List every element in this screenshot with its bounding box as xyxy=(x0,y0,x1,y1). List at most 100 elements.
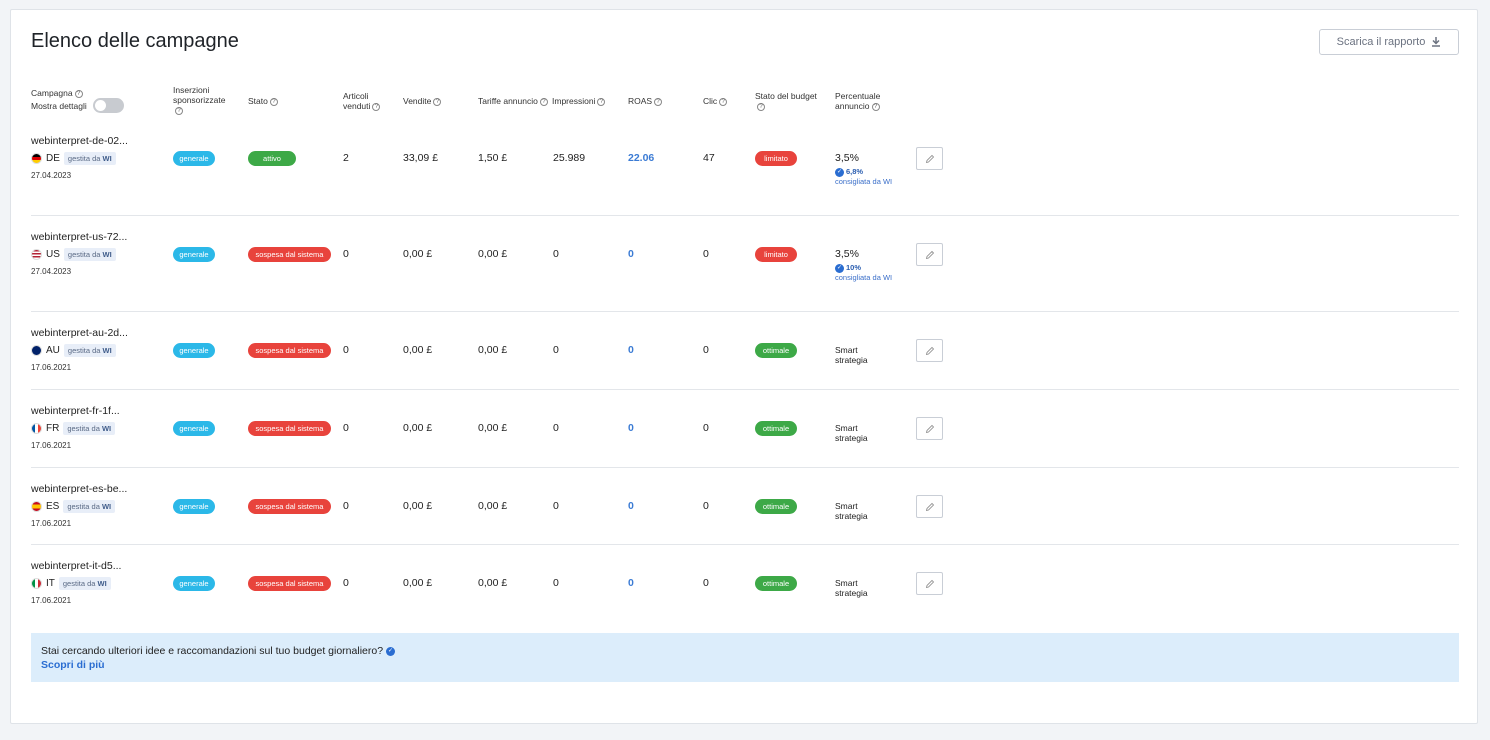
header-vendite: Vendite? xyxy=(403,96,442,106)
budget-badge: ottimale xyxy=(755,421,797,436)
edit-button[interactable] xyxy=(916,147,943,170)
inserzioni-badge: generale xyxy=(173,576,215,591)
clic-value: 47 xyxy=(703,152,715,164)
tariffe-value: 0,00 £ xyxy=(478,577,508,589)
clic-value: 0 xyxy=(703,500,709,512)
campaign-name[interactable]: webinterpret-es-be... xyxy=(31,483,127,495)
table-row[interactable]: webinterpret-au-2d... AU gestita da WI 1… xyxy=(31,312,1459,390)
flag-us-icon xyxy=(31,249,42,260)
help-icon[interactable]: ? xyxy=(433,97,442,106)
country-code: IT xyxy=(46,578,55,589)
header-campagna: Campagna? xyxy=(31,88,83,98)
show-details-toggle[interactable] xyxy=(93,98,124,113)
articoli-venduti: 0 xyxy=(343,577,349,589)
roas-value: 0 xyxy=(628,500,634,512)
tariffe-value: 0,00 £ xyxy=(478,500,508,512)
tariffe-value: 0,00 £ xyxy=(478,422,508,434)
help-icon[interactable]: ? xyxy=(269,97,278,106)
campaign-name[interactable]: webinterpret-it-d5... xyxy=(31,560,121,572)
clic-value: 0 xyxy=(703,422,709,434)
verified-icon: ✓ xyxy=(835,167,844,177)
table-row[interactable]: webinterpret-de-02... DE gestita da WI 2… xyxy=(31,130,1459,216)
edit-button[interactable] xyxy=(916,339,943,362)
campaign-name[interactable]: webinterpret-de-02... xyxy=(31,135,128,147)
roas-value: 0 xyxy=(628,344,634,356)
table-row[interactable]: webinterpret-it-d5... IT gestita da WI 1… xyxy=(31,545,1459,620)
percentuale-value: 3,5% xyxy=(835,152,859,164)
smart-strategy: Smart strategia xyxy=(835,501,868,521)
help-icon[interactable]: ? xyxy=(719,97,728,106)
clic-value: 0 xyxy=(703,248,709,260)
pencil-icon xyxy=(925,424,934,433)
managed-badge: gestita da WI xyxy=(63,152,116,165)
header-percentuale: Percentuale annuncio? xyxy=(835,91,881,111)
articoli-venduti: 0 xyxy=(343,422,349,434)
country-code: US xyxy=(46,249,60,260)
roas-value: 22.06 xyxy=(628,152,655,164)
campaign-meta: US gestita da WI xyxy=(31,248,116,261)
status-badge: sospesa dal sistema xyxy=(248,421,331,436)
managed-badge: gestita da WI xyxy=(63,248,116,261)
pencil-icon xyxy=(925,250,934,259)
vendite-value: 33,09 £ xyxy=(403,152,439,164)
country-code: AU xyxy=(46,345,60,356)
help-icon[interactable]: ? xyxy=(175,106,183,115)
campaign-date: 17.06.2021 xyxy=(31,441,72,450)
campaign-name[interactable]: webinterpret-au-2d... xyxy=(31,327,128,339)
flag-fr-icon xyxy=(31,423,42,434)
inserzioni-badge: generale xyxy=(173,247,215,262)
country-code: DE xyxy=(46,153,60,164)
vendite-value: 0,00 £ xyxy=(403,422,433,434)
help-icon[interactable]: ? xyxy=(757,102,765,111)
help-icon[interactable]: ? xyxy=(74,89,83,98)
vendite-value: 0,00 £ xyxy=(403,577,433,589)
campaign-name[interactable]: webinterpret-us-72... xyxy=(31,231,127,243)
edit-button[interactable] xyxy=(916,495,943,518)
help-icon[interactable]: ? xyxy=(539,97,548,106)
campaign-date: 27.04.2023 xyxy=(31,267,72,276)
verified-icon: ✓ xyxy=(385,646,395,656)
campaign-date: 17.06.2021 xyxy=(31,363,72,372)
managed-badge: gestita da WI xyxy=(63,500,116,513)
pencil-icon xyxy=(925,579,934,588)
header-impressioni: Impressioni? xyxy=(552,96,606,106)
header-stato-budget: Stato del budget? xyxy=(755,91,817,111)
impressioni-value: 0 xyxy=(553,500,559,512)
flag-es-icon xyxy=(31,501,42,512)
campaign-meta: DE gestita da WI xyxy=(31,152,116,165)
vendite-value: 0,00 £ xyxy=(403,500,433,512)
verified-icon: ✓ xyxy=(835,263,844,273)
table-row[interactable]: webinterpret-fr-1f... FR gestita da WI 1… xyxy=(31,390,1459,468)
edit-button[interactable] xyxy=(916,572,943,595)
tariffe-value: 0,00 £ xyxy=(478,344,508,356)
managed-badge: gestita da WI xyxy=(63,344,116,357)
header-stato: Stato? xyxy=(248,96,278,106)
smart-strategy: Smart strategia xyxy=(835,345,868,365)
help-icon[interactable]: ? xyxy=(372,102,381,111)
tariffe-value: 1,50 £ xyxy=(478,152,508,164)
status-badge: attivo xyxy=(248,151,296,166)
managed-badge: gestita da WI xyxy=(58,577,111,590)
help-icon[interactable]: ? xyxy=(597,97,606,106)
pencil-icon xyxy=(925,154,934,163)
table-row[interactable]: webinterpret-es-be... ES gestita da WI 1… xyxy=(31,468,1459,545)
campaign-date: 17.06.2021 xyxy=(31,519,72,528)
inserzioni-badge: generale xyxy=(173,499,215,514)
vendite-value: 0,00 £ xyxy=(403,248,433,260)
campaign-name[interactable]: webinterpret-fr-1f... xyxy=(31,405,120,417)
pencil-icon xyxy=(925,502,934,511)
campaign-date: 17.06.2021 xyxy=(31,596,72,605)
edit-button[interactable] xyxy=(916,243,943,266)
smart-strategy: Smart strategia xyxy=(835,578,868,598)
help-icon[interactable]: ? xyxy=(871,102,880,111)
header-clic: Clic? xyxy=(703,96,728,106)
recommended-rate: ✓ 6,8% consigliata da WI xyxy=(835,167,893,186)
learn-more-link[interactable]: Scopri di più xyxy=(41,659,105,671)
help-icon[interactable]: ? xyxy=(654,97,663,106)
budget-badge: limitato xyxy=(755,151,797,166)
table-row[interactable]: webinterpret-us-72... US gestita da WI 2… xyxy=(31,216,1459,312)
clic-value: 0 xyxy=(703,344,709,356)
download-report-button[interactable]: Scarica il rapporto xyxy=(1319,29,1459,55)
edit-button[interactable] xyxy=(916,417,943,440)
percentuale-value: 3,5% xyxy=(835,248,859,260)
